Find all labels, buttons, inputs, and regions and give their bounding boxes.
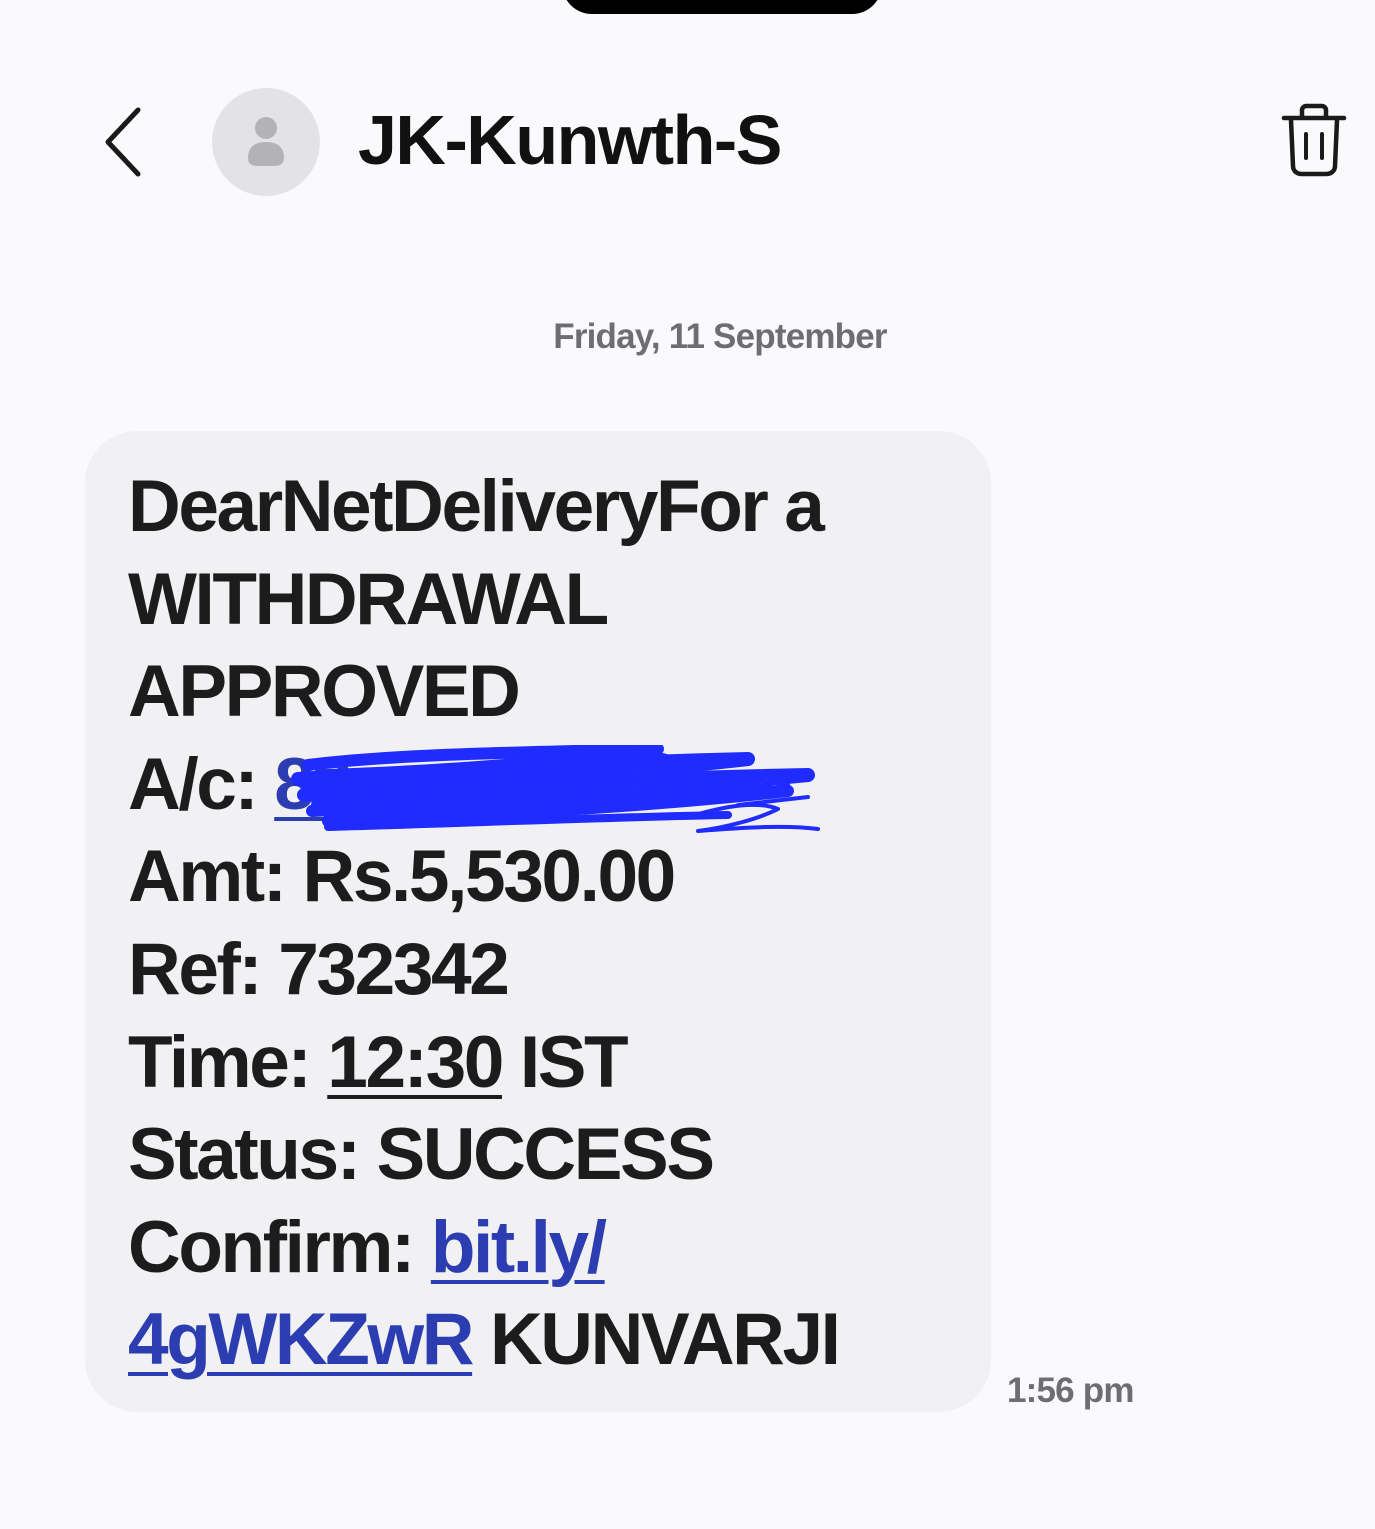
time-value-link[interactable]: 12:30 — [327, 1022, 504, 1103]
message-line: APPROVED — [128, 651, 521, 733]
contact-avatar[interactable] — [212, 88, 320, 196]
account-number-wrapper: 89 — [274, 739, 821, 833]
back-button[interactable] — [96, 104, 152, 180]
chevron-left-icon — [105, 107, 141, 177]
confirm-link-line: 4gWKZwR KUNVARJI — [128, 1294, 968, 1387]
message-text: DearNetDeliveryFor a WITHDRAWAL APPROVED… — [128, 461, 968, 1387]
short-url-link-part1[interactable]: bit.ly/ — [431, 1207, 607, 1288]
message-bubble[interactable]: DearNetDeliveryFor a WITHDRAWAL APPROVED… — [85, 431, 991, 1412]
status-line: Status: SUCCESS — [128, 1114, 715, 1196]
sender-tag: KUNVARJI — [472, 1299, 841, 1381]
message-timestamp: 1:56 pm — [1007, 1371, 1134, 1410]
time-zone: IST — [501, 1021, 629, 1103]
redaction-scribble — [291, 744, 821, 833]
short-url-link-part2[interactable]: 4gWKZwR — [128, 1299, 475, 1380]
date-separator: Friday, 11 September — [553, 317, 887, 356]
conversation-header: JK-Kunwth-S — [0, 0, 1375, 240]
message-line: WITHDRAWAL — [128, 558, 609, 640]
confirm-line: Confirm: bit.ly/ — [128, 1202, 968, 1295]
person-icon — [248, 117, 284, 166]
account-label: A/c: — [128, 743, 275, 825]
trash-icon — [1281, 103, 1347, 177]
message-line: DearNetDeliveryFor a — [128, 466, 825, 547]
time-line: Time: 12:30 IST — [128, 1017, 968, 1110]
amount-line: Amt: Rs.5,530.00 — [128, 836, 676, 918]
time-label: Time: — [128, 1021, 328, 1103]
ref-line: Ref: 732342 — [128, 928, 510, 1010]
message-thread-screen: JK-Kunwth-S Friday, 11 September DearNet… — [0, 0, 1375, 1529]
account-line: A/c: 89 — [128, 739, 968, 833]
delete-button[interactable] — [1278, 100, 1350, 184]
account-number-link[interactable]: 89 — [274, 744, 353, 825]
contact-name[interactable]: JK-Kunwth-S — [358, 98, 782, 182]
confirm-label: Confirm: — [128, 1206, 431, 1288]
